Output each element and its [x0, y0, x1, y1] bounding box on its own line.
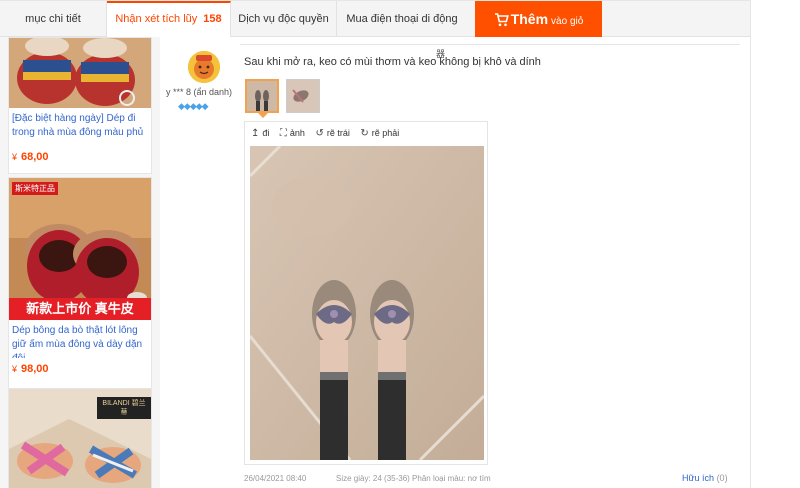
review-text: Sau khi mở ra, keo có mùi thơm và keo kh…	[244, 56, 541, 68]
tool-label: rẽ trái	[326, 128, 350, 138]
tab-services-label: Dịch vụ độc quyền	[238, 13, 329, 25]
right-gutter	[750, 0, 800, 488]
tab-details[interactable]: mục chi tiết	[0, 1, 107, 37]
selected-thumbnail-arrow	[258, 113, 268, 118]
photo-toolbar: ↥ đi ⛶ ảnh ↺ rẽ trái ↻ rẽ phải	[251, 128, 407, 142]
review-photo[interactable]	[250, 146, 484, 460]
review-date: 26/04/2021 08:40	[244, 474, 307, 483]
authentic-tag: 斯米特正品	[12, 182, 58, 195]
review-spec: Size giày: 24 (35-36) Phân loại màu: nơ …	[336, 474, 491, 483]
price-value: 68,00	[21, 151, 49, 163]
rotate-right-icon: ↻	[360, 128, 369, 139]
tool-label: rẽ phải	[371, 128, 400, 138]
tool-go[interactable]: ↥ đi	[251, 128, 269, 139]
currency-symbol: ¥	[12, 152, 18, 162]
photo-viewer: ↥ đi ⛶ ảnh ↺ rẽ trái ↻ rẽ phải	[244, 121, 488, 465]
tool-label: ảnh	[289, 128, 305, 138]
add-to-cart-label: Thêm	[510, 11, 549, 27]
currency-symbol: ¥	[12, 364, 18, 374]
helpful-button[interactable]: Hữu ích (0)	[682, 473, 728, 483]
tab-services[interactable]: Dịch vụ độc quyền	[231, 1, 337, 37]
tool-label: đi	[262, 128, 270, 138]
rotate-left-icon: ↺	[315, 128, 324, 139]
tab-mobile-label: Mua điện thoại di động	[346, 13, 458, 25]
product-banner: 新款上市价 真牛皮	[9, 298, 151, 320]
price-value: 98,00	[21, 363, 49, 375]
tool-rotate-left[interactable]: ↺ rẽ trái	[315, 128, 349, 139]
brand-logo: BILANDI 碧兰蒂	[97, 397, 151, 419]
recommended-products: [Đặc biệt hàng ngày] Dép đi trong nhà mù…	[0, 37, 160, 488]
product-image[interactable]: 斯米特正品 新款上市价 真牛皮	[9, 178, 151, 320]
review-photo-thumbnail[interactable]	[286, 79, 320, 113]
qr-code-icon[interactable]: 器	[436, 47, 445, 60]
helpful-count: (0)	[716, 473, 728, 483]
add-to-cart-button[interactable]: Thêm vào giỏ	[475, 1, 602, 37]
tool-rotate-right[interactable]: ↻ rẽ phải	[360, 128, 399, 139]
expand-icon: ⛶	[279, 128, 287, 139]
tab-bar: mục chi tiết Nhận xét tích lũy 158 Dịch v…	[0, 0, 750, 38]
tab-details-label: mục chi tiết	[25, 13, 81, 25]
product-image[interactable]: BILANDI 碧兰蒂	[9, 389, 151, 488]
review-photo-thumbnail[interactable]	[245, 79, 279, 113]
product-name[interactable]: Dép bông da bò thật lót lông giữ ấm mùa …	[9, 320, 151, 358]
product-card[interactable]: 斯米特正品 新款上市价 真牛皮 Dép bông da bò thật lót …	[8, 177, 152, 417]
avatar	[188, 51, 220, 83]
product-image[interactable]	[9, 38, 151, 108]
product-price: ¥98,00	[9, 358, 151, 375]
add-to-cart-sub: vào giỏ	[551, 16, 584, 27]
cart-icon	[494, 13, 509, 27]
tab-reviews-label: Nhận xét tích lũy	[115, 13, 198, 25]
reviews-count: 158	[203, 13, 222, 25]
product-card[interactable]: BILANDI 碧兰蒂	[8, 388, 152, 488]
tab-reviews[interactable]: Nhận xét tích lũy 158	[107, 1, 231, 38]
rotate-icon: ↥	[251, 128, 260, 139]
product-name[interactable]: [Đặc biệt hàng ngày] Dép đi trong nhà mù…	[9, 108, 151, 146]
review-item: y *** 8 (ẩn danh) ◆◆◆◆◆ Sau khi mở ra, k…	[160, 37, 750, 488]
divider	[240, 44, 740, 45]
diamond-level-icon: ◆◆◆◆◆	[178, 101, 209, 111]
reviewer-name: y *** 8 (ẩn danh)	[166, 87, 233, 97]
tab-mobile[interactable]: Mua điện thoại di động	[337, 1, 467, 37]
product-price: ¥68,00	[9, 146, 151, 163]
helpful-label: Hữu ích	[682, 473, 715, 483]
product-card[interactable]: [Đặc biệt hàng ngày] Dép đi trong nhà mù…	[8, 37, 152, 174]
tool-image[interactable]: ⛶ ảnh	[280, 128, 305, 139]
